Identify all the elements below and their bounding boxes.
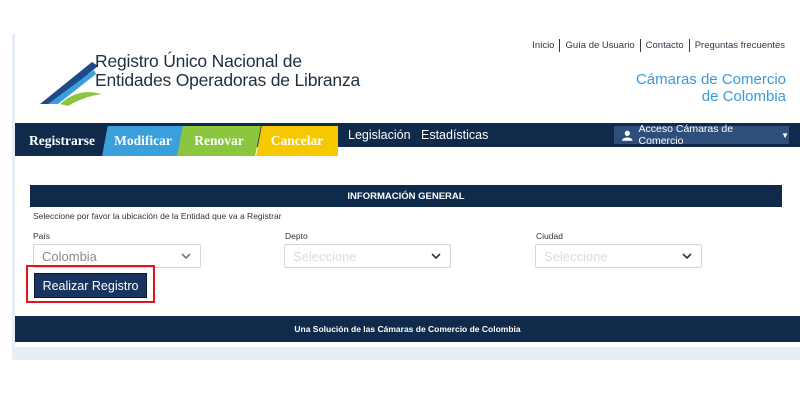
depto-select[interactable]: Seleccione — [284, 244, 451, 268]
tab-cancelar[interactable]: Cancelar — [256, 126, 338, 156]
nav-link-estadisticas[interactable]: Estadísticas — [421, 128, 488, 142]
chevron-down-icon — [431, 253, 441, 260]
tab-renovar[interactable]: Renovar — [177, 126, 261, 156]
realizar-registro-button[interactable]: Realizar Registro — [34, 273, 147, 298]
ciudad-label: Ciudad — [536, 231, 563, 241]
ciudad-value: Seleccione — [544, 248, 608, 264]
tab-registrarse[interactable]: Registrarse — [15, 126, 109, 156]
site-title-line2: Entidades Operadoras de Libranza — [95, 70, 361, 90]
section-title: INFORMACIÓN GENERAL — [30, 185, 782, 207]
ciudad-select[interactable]: Seleccione — [535, 244, 702, 268]
depto-label: Depto — [285, 231, 308, 241]
nav-link-legislacion[interactable]: Legislación — [348, 128, 411, 142]
link-preguntas-frecuentes[interactable]: Preguntas frecuentes — [688, 39, 790, 52]
site-title-line1: Registro Único Nacional de — [95, 51, 302, 71]
camaras-line2: de Colombia — [701, 88, 786, 105]
camaras-heading: Cámaras de Comercio de Colombia — [636, 71, 786, 105]
link-contacto[interactable]: Contacto — [639, 39, 689, 52]
camaras-line1: Cámaras de Comercio — [635, 71, 786, 88]
site-title: Registro Único Nacional de Entidades Ope… — [95, 52, 360, 90]
depto-value: Seleccione — [293, 248, 357, 264]
top-links: Inicio Guía de Usuario Contacto Pregunta… — [527, 39, 790, 52]
acceso-dropdown[interactable]: Acceso Cámaras de Comercio ▼ — [614, 123, 789, 147]
caret-down-icon: ▼ — [781, 130, 789, 140]
instruction-text: Seleccione por favor la ubicación de la … — [33, 211, 282, 221]
acceso-label: Acceso Cámaras de Comercio — [638, 123, 734, 147]
footer: Una Solución de las Cámaras de Comercio … — [15, 316, 800, 342]
pais-value: Colombia — [42, 248, 97, 264]
pais-label: País — [33, 231, 51, 241]
tab-modificar[interactable]: Modificar — [102, 126, 184, 156]
user-icon — [622, 130, 633, 141]
chevron-down-icon — [682, 253, 692, 260]
link-inicio[interactable]: Inicio — [527, 39, 559, 52]
chevron-down-icon — [181, 253, 191, 260]
link-guia-usuario[interactable]: Guía de Usuario — [559, 39, 639, 52]
